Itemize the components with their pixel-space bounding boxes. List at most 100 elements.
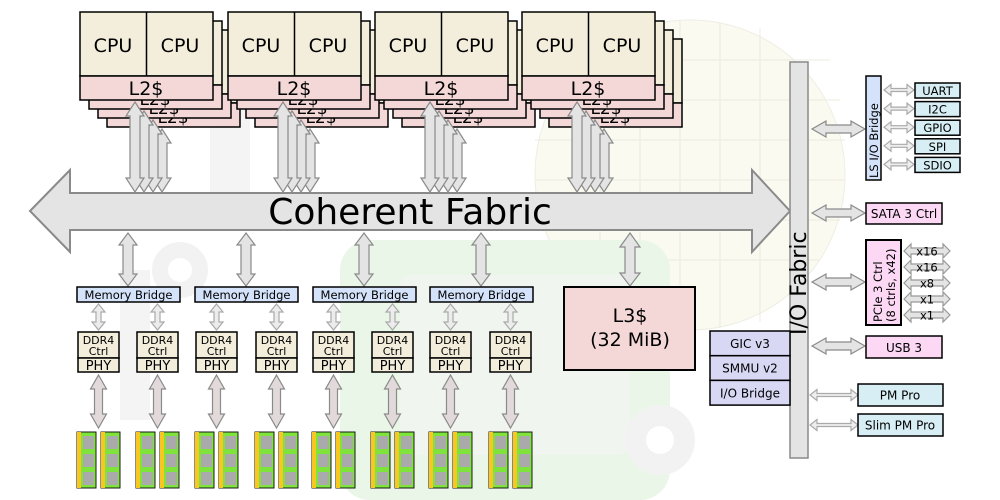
ls-peripheral-link: [883, 83, 915, 97]
dimm-contacts: [513, 432, 517, 488]
cpu-core-label: CPU: [309, 35, 348, 57]
ls-peripheral-link: [883, 139, 915, 153]
io-usb-link: [810, 336, 867, 356]
ls-peripheral-link: [883, 120, 915, 134]
bridge-ctrl-link: [268, 303, 285, 331]
dimm-chip: [401, 436, 412, 449]
dimm-module: [278, 431, 299, 489]
cpu-core-label: CPU: [161, 35, 200, 57]
dimm-contacts: [371, 432, 375, 488]
phy-dimm-link: [207, 373, 226, 430]
phy-dimm-link: [148, 373, 167, 430]
dimm-contacts: [336, 432, 340, 488]
phy-label: PHY: [321, 359, 347, 374]
l2-cache-label: L2$: [424, 78, 459, 100]
dimm-chip: [107, 454, 118, 467]
memory-bridge-group: Memory Bridge: [194, 232, 299, 303]
dimm-chip: [83, 454, 94, 467]
sata-label: SATA 3 Ctrl: [871, 207, 937, 221]
cpu-cluster: L2$L2$L2$CPUCPUL2$: [227, 11, 389, 194]
dimm-module: [394, 431, 415, 489]
slim-pm-pro-label: Slim PM Pro: [865, 419, 935, 433]
dimm-module: [254, 431, 275, 489]
phy-label: PHY: [204, 359, 230, 374]
dimm-chip: [495, 436, 506, 449]
usb-label: USB 3: [886, 341, 922, 355]
dimm-chip: [377, 454, 388, 467]
io-pcie-link: [810, 272, 867, 292]
dimm-module: [335, 431, 356, 489]
dimm-chip: [318, 454, 329, 467]
bridge-ctrl-link: [325, 303, 342, 331]
ctrl-label: Ctrl: [441, 345, 461, 358]
dimm-chip: [201, 454, 212, 467]
fabric-bridge-link: [235, 232, 257, 287]
pm-pro-label: PM Pro: [880, 389, 920, 403]
l3-cache: L3$ (32 MiB): [563, 286, 696, 371]
bridge-ctrl-link: [149, 303, 166, 331]
phy-dimm-link: [324, 373, 343, 430]
l3-size: (32 MiB): [590, 329, 670, 351]
phy-dimm-link: [89, 373, 108, 430]
dimm-chip: [318, 436, 329, 449]
phy-label: PHY: [145, 359, 171, 374]
l2-cache-label: L2$: [277, 78, 312, 100]
dimm-chip: [261, 472, 272, 485]
pcie-label: PCIe 3 Ctrl: [871, 261, 885, 322]
ddr4-channel: DDR4CtrlPHY: [76, 303, 121, 489]
dimm-chip: [401, 454, 412, 467]
dimm-chip: [435, 436, 446, 449]
dimm-chip: [285, 454, 296, 467]
phy-label: PHY: [498, 359, 524, 374]
io-fabric-label: I/O Fabric: [787, 231, 812, 335]
dimm-module: [218, 431, 239, 489]
io-block-label: SMMU v2: [722, 362, 778, 376]
dimm-chip: [166, 472, 177, 485]
ls-peripheral-link: [883, 101, 915, 116]
ctrl-label: Ctrl: [267, 345, 287, 358]
dimm-module: [452, 431, 473, 489]
ddr4-channel: DDR4CtrlPHY: [194, 303, 239, 489]
slim-pm-pro-link: [809, 418, 859, 432]
memory-bridge-label: Memory Bridge: [321, 288, 409, 302]
dimm-chip: [342, 454, 353, 467]
dimm-module: [428, 431, 449, 489]
dimm-contacts: [312, 432, 316, 488]
cpu-core-label: CPU: [94, 35, 133, 57]
dimm-contacts: [160, 432, 164, 488]
dimm-chip: [435, 454, 446, 467]
phy-label: PHY: [438, 359, 464, 374]
phy-label: PHY: [86, 359, 112, 374]
dimm-chip: [142, 454, 153, 467]
dimm-chip: [83, 472, 94, 485]
dimm-chip: [377, 436, 388, 449]
dimm-chip: [519, 472, 530, 485]
dimm-chip: [225, 436, 236, 449]
dimm-contacts: [255, 432, 259, 488]
peripheral-label: GPIO: [923, 121, 951, 135]
ls-peripheral-link: [883, 157, 915, 172]
dimm-module: [76, 431, 97, 489]
dimm-chip: [285, 436, 296, 449]
dimm-chip: [261, 436, 272, 449]
l2-cache-label: L2$: [129, 78, 164, 100]
phy-dimm-link: [267, 373, 286, 430]
dimm-contacts: [489, 432, 493, 488]
dimm-chip: [201, 472, 212, 485]
dimm-chip: [495, 472, 506, 485]
dimm-module: [100, 431, 121, 489]
ctrl-label: Ctrl: [501, 345, 521, 358]
dimm-chip: [142, 436, 153, 449]
ctrl-label: Ctrl: [383, 345, 403, 358]
dimm-chip: [83, 436, 94, 449]
peripheral-label: SPI: [929, 140, 947, 154]
dimm-chip: [166, 436, 177, 449]
pcie-lane-label: x1: [920, 309, 934, 323]
io-block-label: GIC v3: [730, 337, 770, 351]
memory-bridge-label: Memory Bridge: [438, 288, 526, 302]
peripheral-label: I2C: [928, 103, 947, 117]
dimm-contacts: [101, 432, 105, 488]
dimm-module: [370, 431, 391, 489]
ctrl-label: Ctrl: [324, 345, 344, 358]
ls-io-bridge-label: LS I/O Bridge: [867, 103, 881, 178]
